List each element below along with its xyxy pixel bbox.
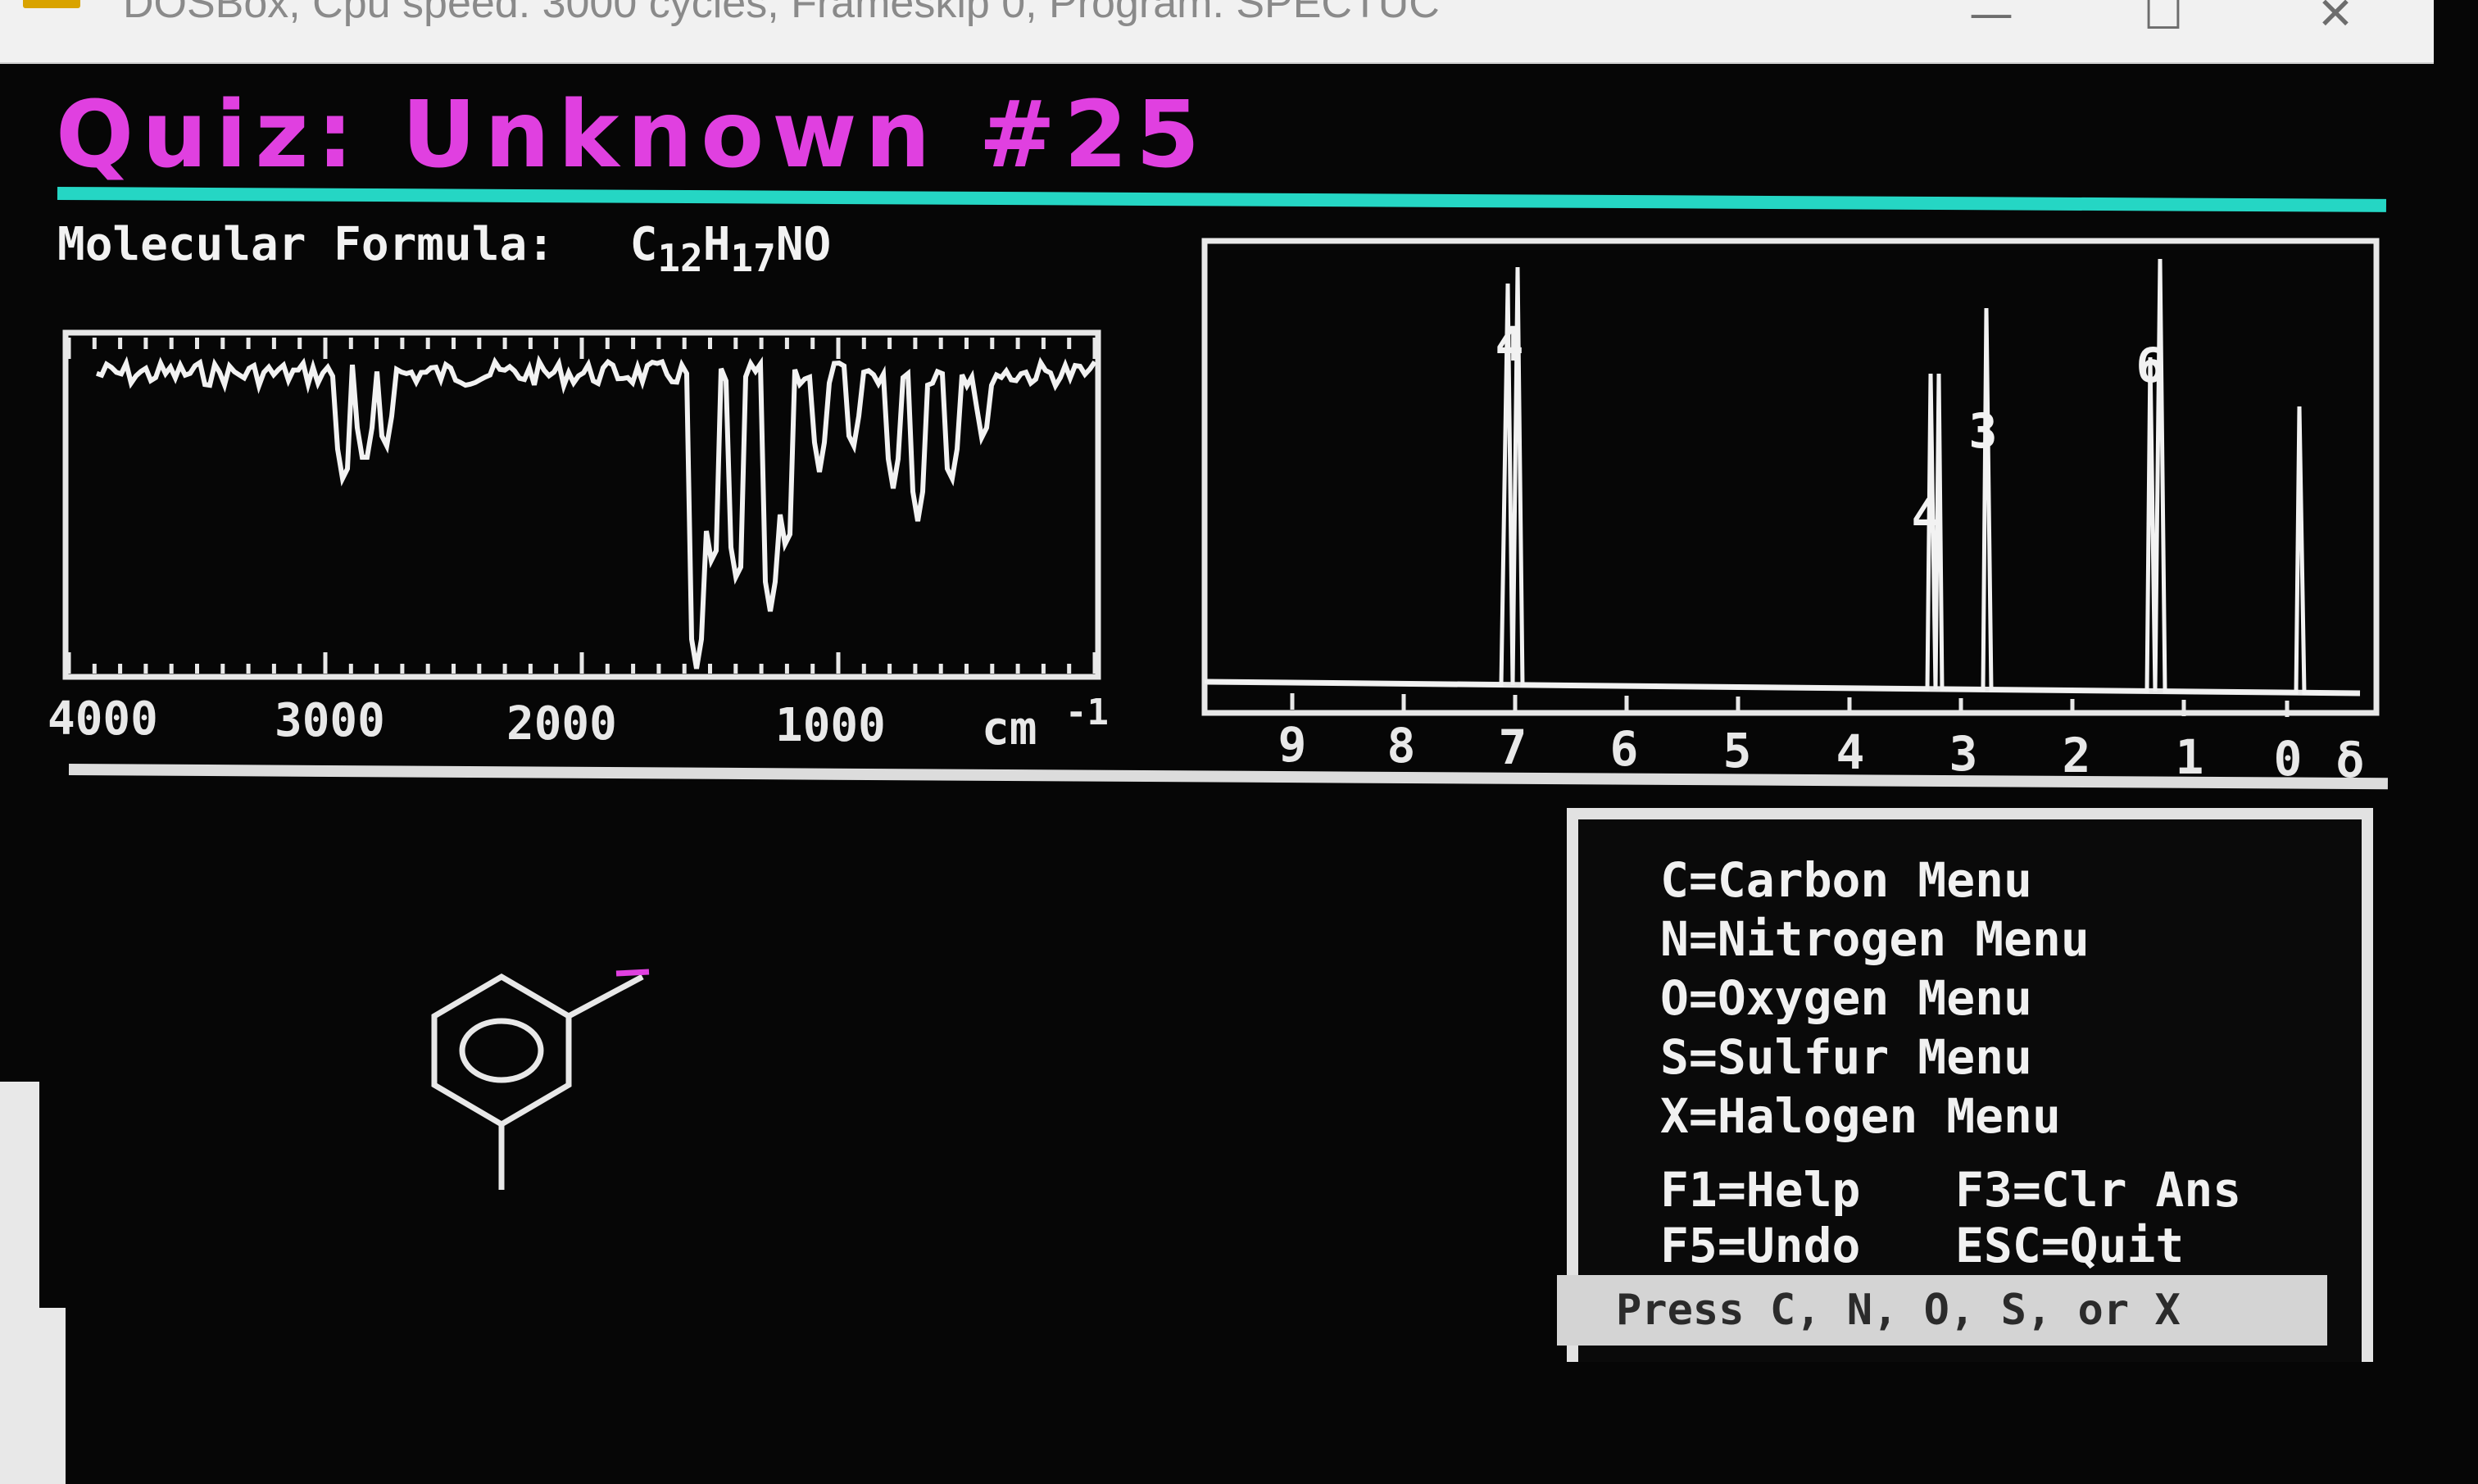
nmr-tick-2: 2 (2063, 728, 2091, 783)
nmr-tick-5: 5 (1723, 723, 1752, 778)
nmr-integration-1-1: 6 (2136, 338, 2165, 393)
menu-item-carbon[interactable]: C=Carbon Menu (1660, 852, 2032, 908)
prompt-bar: Press C, N, O, S, or X (1557, 1275, 2327, 1346)
background-window-edge-lower (0, 1308, 66, 1484)
ir-unit-exponent: -1 (1065, 692, 1109, 733)
ir-trace (96, 354, 1097, 669)
dos-screen: Quiz: Unknown #25 Molecular Formula: C12… (0, 62, 2478, 1484)
nmr-integration-3-0: 3 (1969, 403, 1998, 459)
nmr-tick-9: 9 (1278, 717, 1307, 773)
menu-item-nitrogen[interactable]: N=Nitrogen Menu (1660, 911, 2090, 967)
help-key[interactable]: F1=Help (1660, 1162, 1860, 1218)
ir-tick-2000: 2000 (506, 697, 617, 751)
nmr-tick-8: 8 (1387, 718, 1416, 774)
substituent-bond (567, 973, 644, 1019)
nmr-integration-2-8: 4 (1912, 488, 1940, 544)
cursor-marker (615, 969, 650, 977)
menu-item-oxygen[interactable]: O=Oxygen Menu (1660, 970, 2032, 1026)
ir-tick-1000: 1000 (775, 699, 886, 752)
maximize-button[interactable]: ☐ (2122, 0, 2204, 43)
ir-spectrum: 4000 3000 2000 1000 cm -1 (48, 329, 1109, 756)
ir-tick-3000: 3000 (275, 694, 385, 747)
benzene-ring-icon (431, 973, 572, 1128)
close-button[interactable]: ✕ (2294, 0, 2376, 43)
quit-key[interactable]: ESC=Quit (1955, 1218, 2184, 1273)
undo-key[interactable]: F5=Undo (1660, 1218, 1860, 1273)
aromatic-circle (459, 1018, 544, 1083)
window-titlebar: DOSBox, Cpu speed: 3000 cycles, Frameski… (0, 0, 2434, 64)
menu-item-halogen[interactable]: X=Halogen Menu (1660, 1088, 2061, 1144)
clear-answer-key[interactable]: F3=Clr Ans (1955, 1162, 2241, 1218)
nmr-trace (1204, 258, 2361, 696)
nmr-tick-6: 6 (1610, 721, 1639, 777)
nmr-frame (1201, 238, 2380, 716)
ir-tick-4000: 4000 (48, 692, 158, 746)
nmr-spectrum: 9 8 7 6 5 4 3 2 1 0 δ 4 4 3 6 (1201, 238, 2380, 788)
ir-unit: cm (982, 702, 1037, 756)
nmr-tick-3: 3 (1949, 726, 1978, 782)
nmr-tick-4: 4 (1836, 724, 1865, 780)
app-icon (23, 0, 80, 8)
menu-item-sulfur[interactable]: S=Sulfur Menu (1660, 1029, 2032, 1085)
nmr-tick-7: 7 (1499, 719, 1527, 775)
nmr-integration-aromatic: 4 (1495, 316, 1524, 372)
window-title: DOSBox, Cpu speed: 3000 cycles, Frameski… (123, 0, 1440, 27)
minimize-button[interactable]: — (1950, 0, 2032, 43)
structure-drawing (431, 969, 650, 1190)
